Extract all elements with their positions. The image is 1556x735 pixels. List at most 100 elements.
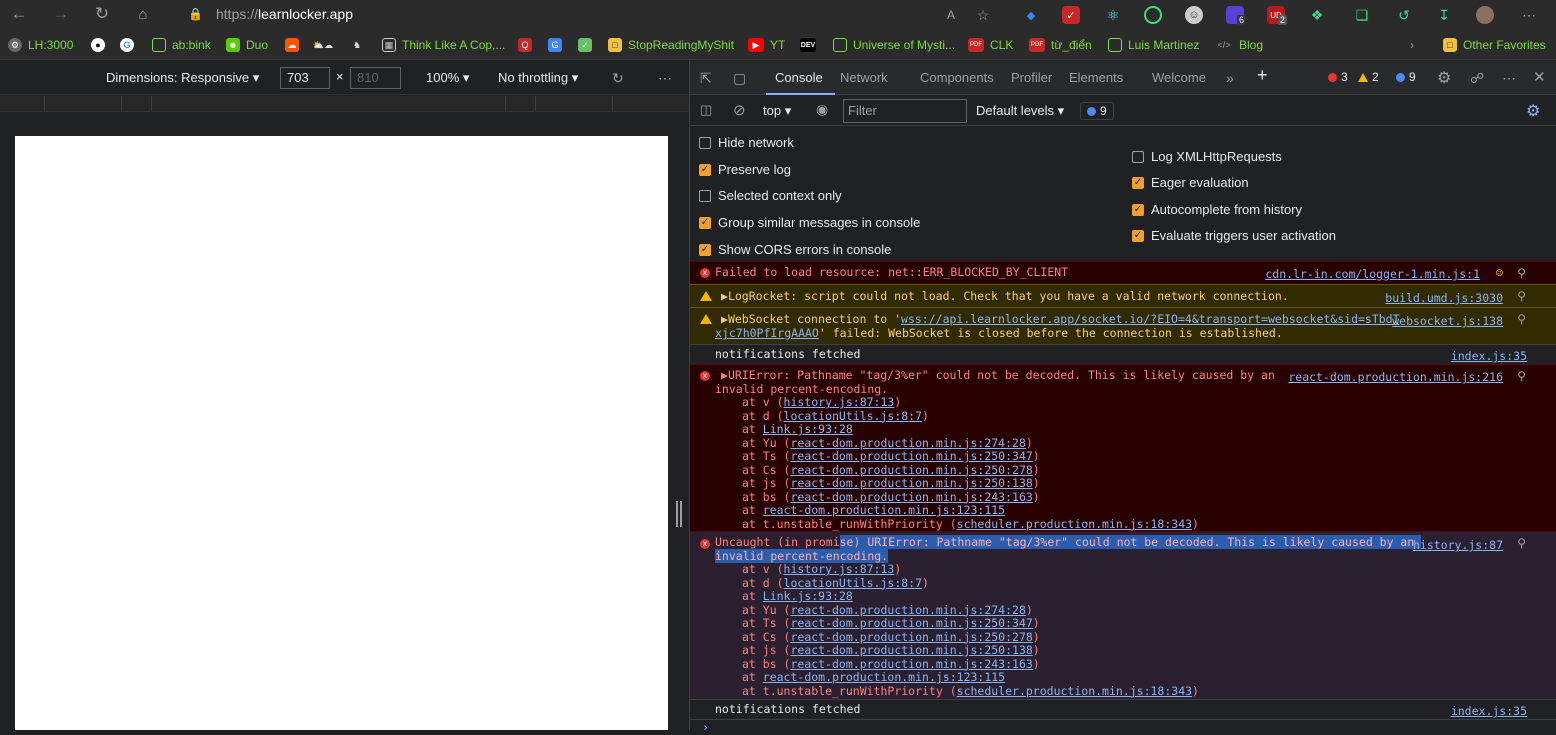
rotate-icon[interactable]: ↻	[612, 70, 624, 87]
puzzle-icon[interactable]: ❖	[1308, 6, 1326, 24]
info-counter[interactable]: 9	[1396, 70, 1416, 84]
checkbox[interactable]: ✓	[1132, 229, 1144, 242]
checkbox[interactable]	[1132, 150, 1144, 163]
checkbox[interactable]: ✓	[699, 163, 711, 176]
show-cors-option[interactable]: ✓ Show CORS errors in console	[699, 242, 891, 257]
console-message-log[interactable]: notifications fetched index.js:35	[690, 344, 1556, 364]
stack-frame-link[interactable]: history.js:87:13	[784, 395, 895, 409]
reload-icon[interactable]: ↻	[91, 4, 113, 24]
page-viewport[interactable]	[15, 136, 668, 730]
console-message-warning[interactable]: ▶WebSocket connection to 'wss://api.lear…	[690, 307, 1556, 344]
eager-evaluation-option[interactable]: ✓ Eager evaluation	[1132, 175, 1249, 190]
stack-frame-link[interactable]: react-dom.production.min.js:274:28	[790, 436, 1025, 450]
chevron-right-icon[interactable]: ›	[1410, 36, 1414, 54]
checkbox[interactable]	[699, 136, 711, 149]
search-icon[interactable]: ⚲	[1517, 312, 1526, 326]
websocket-url-link[interactable]: wss://api.learnlocker.app/socket.io/?EIO…	[901, 312, 1400, 326]
bookmark-luis-martinez[interactable]: Luis Martinez	[1108, 36, 1199, 54]
dimensions-dropdown[interactable]: Dimensions: Responsive ▾	[106, 70, 259, 86]
expand-triangle-icon[interactable]: ▶	[721, 312, 728, 326]
badge-ext-icon[interactable]: 6	[1226, 6, 1247, 25]
width-input[interactable]: 703	[280, 67, 330, 89]
bookmark-translate[interactable]: G	[548, 36, 568, 54]
green-ext-icon[interactable]	[1144, 6, 1162, 24]
stack-frame-link[interactable]: react-dom.production.min.js:274:28	[790, 603, 1025, 617]
bookmark-think-like-a-cop[interactable]: ▦ Think Like A Cop,...	[382, 36, 505, 54]
history-icon[interactable]: ↺	[1395, 6, 1413, 24]
more-icon[interactable]: ⋯	[1520, 6, 1538, 24]
home-icon[interactable]: ⌂	[132, 4, 154, 24]
stack-frame-link[interactable]: Link.js:93:28	[763, 589, 853, 603]
favorite-add-icon[interactable]: ☆	[974, 6, 992, 24]
source-link[interactable]: react-dom.production.min.js:216	[1288, 370, 1503, 384]
error-counter[interactable]: 3	[1328, 70, 1348, 84]
bookmark-other-favorites[interactable]: □ Other Favorites	[1443, 36, 1546, 54]
bookmark-abbink[interactable]: ab:bink	[152, 36, 211, 54]
bookmark-google[interactable]: G	[120, 36, 140, 54]
device-toggle-icon[interactable]: ▢	[733, 70, 746, 87]
preserve-log-option[interactable]: ✓ Preserve log	[699, 162, 791, 177]
stack-frame-link[interactable]: react-dom.production.min.js:243:163	[790, 657, 1032, 671]
stack-frame-link[interactable]: react-dom.production.min.js:250:347	[790, 616, 1032, 630]
expand-triangle-icon[interactable]: ▶	[721, 289, 728, 303]
settings-gear-icon[interactable]: ⚙	[1437, 68, 1451, 88]
console-message-log[interactable]: notifications fetched index.js:35	[690, 699, 1556, 719]
forward-icon[interactable]: →	[50, 4, 72, 24]
bookmark-check[interactable]: ✓	[578, 36, 598, 54]
source-link[interactable]: index.js:35	[1451, 349, 1527, 363]
collections-icon[interactable]: ❏	[1353, 6, 1371, 24]
read-aloud-icon[interactable]: A	[942, 6, 960, 24]
tab-welcome[interactable]: Welcome	[1152, 70, 1206, 85]
warning-counter[interactable]: 2	[1358, 70, 1379, 84]
customize-icon[interactable]: ☍	[1470, 70, 1484, 87]
bookmark-hat[interactable]: ♞	[350, 36, 370, 54]
close-icon[interactable]: ✕	[1533, 68, 1546, 86]
checkbox[interactable]	[699, 189, 711, 202]
stack-frame-link[interactable]: Link.js:93:28	[763, 422, 853, 436]
bookmark-ql[interactable]: Q	[518, 36, 538, 54]
stack-frame-link[interactable]: react-dom.production.min.js:250:347	[790, 449, 1032, 463]
download-icon[interactable]: ↧	[1435, 6, 1453, 24]
console-message-error[interactable]: x ▶URIError: Pathname "tag/3%er" could n…	[690, 364, 1556, 531]
stack-frame-link[interactable]: react-dom.production.min.js:250:278	[790, 463, 1032, 477]
height-input[interactable]: 810	[350, 67, 401, 89]
selected-context-option[interactable]: Selected context only	[699, 188, 842, 203]
bookmark-github[interactable]: ●	[91, 36, 111, 54]
hide-network-option[interactable]: Hide network	[699, 135, 794, 150]
diamond-ext-icon[interactable]: ◆	[1022, 6, 1040, 24]
bookmark-tu-dien[interactable]: PDF từ_điển	[1029, 36, 1092, 54]
bookmark-soundcloud[interactable]: ☁	[285, 36, 305, 54]
more-options-icon[interactable]: ⋯	[658, 70, 672, 87]
console-message-error[interactable]: x Failed to load resource: net::ERR_BLOC…	[690, 261, 1556, 284]
tab-console[interactable]: Console	[775, 70, 823, 85]
throttling-dropdown[interactable]: No throttling ▾	[498, 70, 578, 86]
bookmark-duo[interactable]: ☻ Duo	[226, 36, 268, 54]
checkbox[interactable]: ✓	[699, 243, 711, 256]
levels-dropdown[interactable]: Default levels ▾	[976, 103, 1064, 119]
ud-ext-icon[interactable]: UD 2	[1267, 6, 1288, 25]
stack-frame-link[interactable]: react-dom.production.min.js:250:138	[790, 643, 1032, 657]
stack-frame-link[interactable]: history.js:87:13	[784, 562, 895, 576]
stack-frame-link[interactable]: locationUtils.js:8:7	[784, 576, 922, 590]
bookmark-clk[interactable]: PDF CLK	[968, 36, 1013, 54]
stack-frame-link[interactable]: react-dom.production.min.js:250:278	[790, 630, 1032, 644]
tab-network[interactable]: Network	[840, 70, 888, 85]
checkbox[interactable]: ✓	[1132, 176, 1144, 189]
sidebar-toggle-icon[interactable]: ◫	[700, 102, 712, 118]
console-settings-icon[interactable]: ⚙	[1526, 101, 1540, 121]
expand-triangle-icon[interactable]: ▶	[721, 368, 728, 382]
face-ext-icon[interactable]: ☺	[1185, 6, 1203, 24]
autocomplete-option[interactable]: ✓ Autocomplete from history	[1132, 202, 1302, 217]
add-tab-icon[interactable]: +	[1257, 65, 1268, 86]
more-icon[interactable]: ⋯	[1502, 70, 1516, 87]
context-selector[interactable]: top ▾	[763, 103, 791, 119]
bookmark-stopreadingmyshit[interactable]: □ StopReadingMyShit	[608, 36, 734, 54]
search-icon[interactable]: ⚲	[1517, 289, 1526, 303]
source-link[interactable]: websocket.js:138	[1392, 314, 1503, 328]
search-icon[interactable]: ⚲	[1517, 536, 1526, 550]
console-message-warning[interactable]: ▶LogRocket: script could not load. Check…	[690, 284, 1556, 307]
bookmark-dev[interactable]: DEV	[800, 36, 822, 54]
bookmark-universe[interactable]: Universe of Mysti...	[833, 36, 955, 54]
live-expression-icon[interactable]: ◉	[816, 101, 828, 118]
checkbox[interactable]: ✓	[699, 216, 711, 229]
